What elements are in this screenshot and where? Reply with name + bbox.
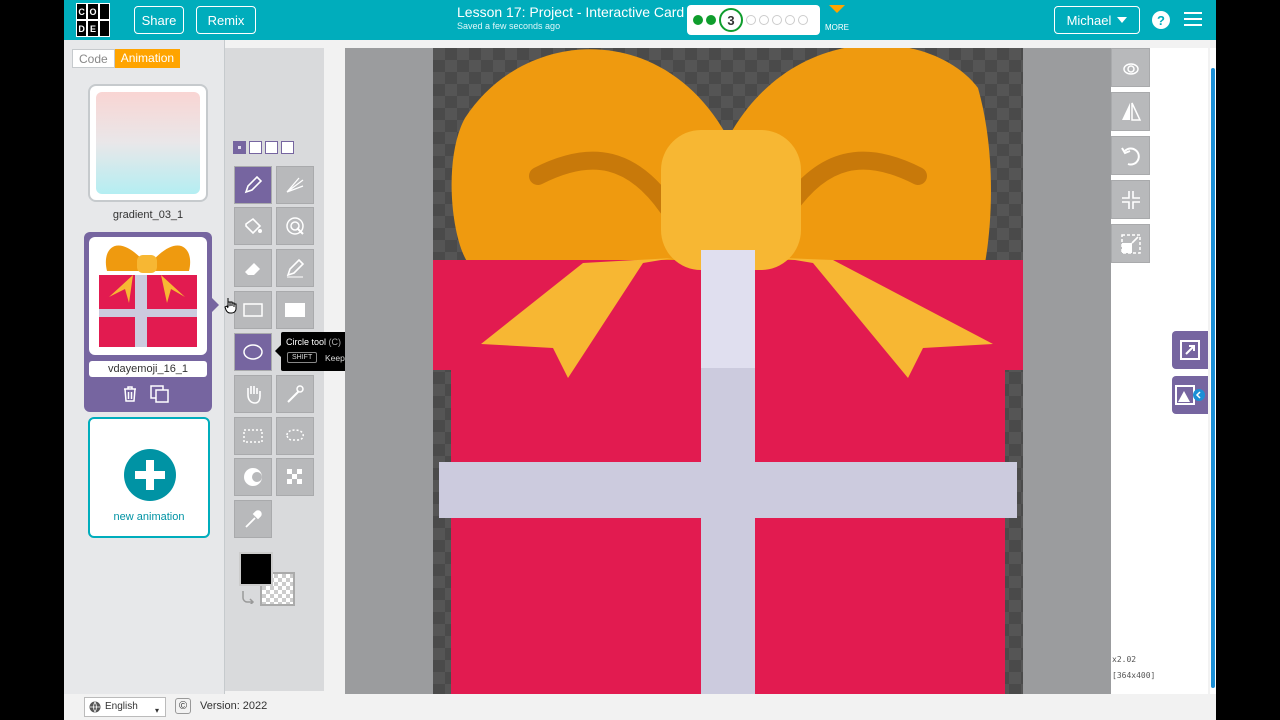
gift-drawing [433, 48, 1023, 696]
logo-letter: O [88, 4, 98, 19]
trash-icon[interactable] [122, 385, 138, 403]
bucket-tool-icon[interactable] [234, 207, 272, 245]
lesson-title: Lesson 17: Project - Interactive Card [457, 4, 685, 20]
share-button[interactable]: Share [134, 6, 184, 34]
animation-name-input[interactable]: vdayemoji_16_1 [89, 361, 207, 377]
brush-size-4[interactable] [281, 141, 294, 154]
caret-down-icon [1117, 17, 1128, 23]
zoom-level: x2.02 [1112, 655, 1137, 664]
pencil-tool-icon[interactable] [234, 166, 272, 204]
plus-icon [124, 449, 176, 501]
circle-tool-icon[interactable] [234, 333, 272, 371]
current-level-bubble[interactable]: 3 [719, 8, 743, 32]
page-scrollbar[interactable] [1210, 48, 1216, 696]
mouse-cursor-icon [224, 298, 237, 314]
eyedropper-tool-icon[interactable] [234, 500, 272, 538]
animation-actions [122, 385, 170, 403]
image-panel-button[interactable] [1172, 376, 1208, 414]
flip-horizontal-icon[interactable] [1111, 92, 1150, 131]
brush-size-1[interactable] [233, 141, 246, 154]
logo-letter [99, 4, 109, 19]
filled-rectangle-tool-icon[interactable] [276, 291, 314, 329]
logo-letter: D [77, 21, 87, 36]
logo-letter [99, 21, 109, 36]
more-triangle-icon [829, 5, 845, 13]
help-icon[interactable]: ? [1152, 11, 1170, 29]
checkerboard-tool-icon[interactable] [276, 458, 314, 496]
progress-dot-complete[interactable] [693, 15, 703, 25]
rectangle-tool-icon[interactable] [234, 291, 272, 329]
progress-bubbles: 3 [687, 5, 820, 35]
tab-code[interactable]: Code [72, 49, 115, 68]
brush-size-2[interactable] [249, 141, 262, 154]
hamburger-menu-icon[interactable] [1184, 12, 1202, 30]
tab-animation[interactable]: Animation [114, 49, 181, 68]
duplicate-icon[interactable] [150, 385, 170, 403]
image-collapse-icon [1175, 385, 1205, 405]
footer: English ▾ © Version: 2022 [64, 694, 1216, 720]
progress-dot-empty[interactable] [772, 15, 782, 25]
line-tool-icon[interactable] [276, 166, 314, 204]
path-fill-tool-icon[interactable] [276, 207, 314, 245]
code-org-logo[interactable]: C O D E [76, 3, 110, 37]
swap-colors-icon[interactable] [240, 590, 256, 604]
animation-thumbnail-gift[interactable] [89, 237, 207, 355]
eraser-line-tool-icon[interactable] [276, 249, 314, 287]
lasso-select-tool-icon[interactable] [276, 417, 314, 455]
chevron-down-icon: ▾ [154, 706, 159, 715]
rectangle-select-tool-icon[interactable] [234, 417, 272, 455]
user-name: Michael [1066, 12, 1112, 28]
copyright-button[interactable]: © [175, 698, 191, 714]
app-frame: C O D E Share Remix Lesson 17: Project -… [64, 0, 1216, 720]
language-select[interactable]: English ▾ [84, 697, 166, 717]
gradient-preview [96, 92, 200, 194]
language-value: English [105, 701, 138, 712]
animation-thumbnail-gradient[interactable] [88, 84, 208, 202]
tooltip-shift-key: SHIFT [287, 352, 318, 363]
more-button[interactable]: MORE [824, 5, 850, 32]
onion-skin-icon[interactable] [1111, 48, 1150, 87]
hand-tool-icon[interactable] [234, 375, 272, 413]
brush-size-selector [233, 141, 294, 154]
tooltip-title: Circle tool (C) [286, 337, 342, 347]
moon-select-tool-icon[interactable] [234, 458, 272, 496]
animation-name[interactable]: gradient_03_1 [88, 209, 208, 221]
progress-dot-empty[interactable] [785, 15, 795, 25]
expand-icon [1180, 340, 1200, 360]
primary-color-swatch[interactable] [239, 552, 273, 586]
resize-icon[interactable] [1111, 224, 1150, 263]
top-header: C O D E Share Remix Lesson 17: Project -… [64, 0, 1216, 40]
logo-letter: E [88, 21, 98, 36]
expand-panel-button[interactable] [1172, 331, 1208, 369]
version-label: Version: 2022 [200, 700, 268, 712]
remix-button[interactable]: Remix [196, 6, 256, 34]
new-animation-button[interactable]: new animation [88, 417, 210, 538]
drawing-canvas[interactable] [433, 48, 1023, 696]
logo-letter: C [77, 4, 87, 19]
selected-animation-card[interactable]: vdayemoji_16_1 [84, 232, 212, 412]
magic-wand-tool-icon[interactable] [276, 375, 314, 413]
progress-dot-empty[interactable] [798, 15, 808, 25]
globe-icon [89, 701, 101, 713]
selected-pointer-icon [212, 298, 219, 312]
new-animation-label: new animation [113, 511, 185, 523]
canvas-dimensions: [364x400] [1112, 671, 1156, 680]
gift-preview-image [99, 245, 197, 347]
user-menu-button[interactable]: Michael [1054, 6, 1140, 34]
brush-size-3[interactable] [265, 141, 278, 154]
workspace-tabs: Code Animation [72, 49, 181, 68]
progress-dot-empty[interactable] [759, 15, 769, 25]
more-label: MORE [825, 23, 849, 32]
center-icon[interactable] [1111, 180, 1150, 219]
progress-dot-empty[interactable] [746, 15, 756, 25]
eraser-tool-icon[interactable] [234, 249, 272, 287]
rotate-icon[interactable] [1111, 136, 1150, 175]
saved-status: Saved a few seconds ago [457, 21, 561, 31]
animation-list-panel: Code Animation gradient_03_1 vdayemoji_1… [64, 40, 225, 694]
progress-dot-complete[interactable] [706, 15, 716, 25]
drawing-stage [345, 48, 1111, 696]
